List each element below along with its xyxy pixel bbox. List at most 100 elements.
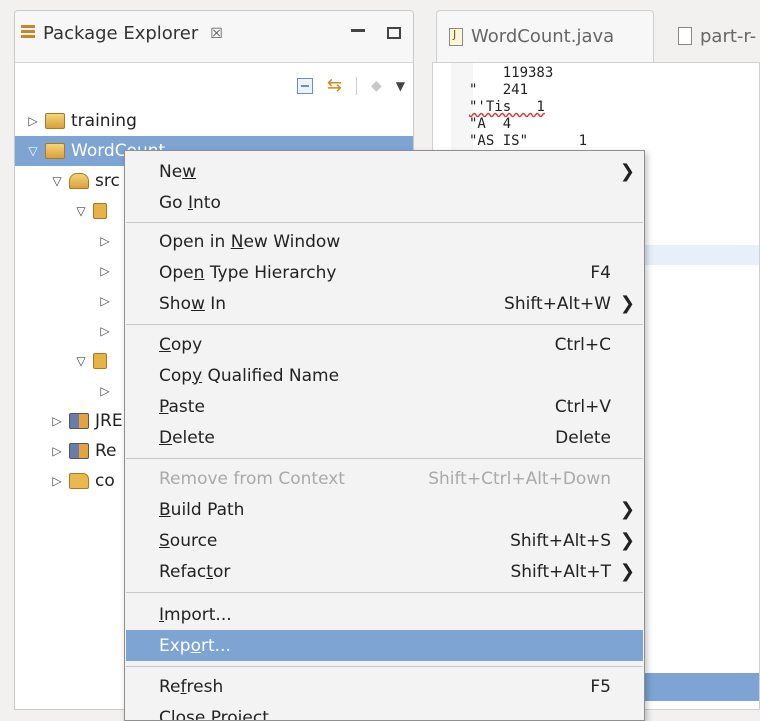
tab-label: WordCount.java: [471, 26, 615, 47]
tree-item-label: Re: [95, 441, 117, 461]
menu-item-label: New: [159, 162, 611, 182]
mnemonic: n: [193, 262, 205, 283]
label-part: resh: [186, 676, 224, 697]
expand-icon[interactable]: ▷: [97, 234, 113, 248]
submenu-arrow-icon: ❯: [619, 293, 635, 314]
menu-item-label: Refresh: [159, 677, 590, 697]
menu-item-label: Show In: [159, 294, 504, 314]
mnemonic: o: [190, 635, 201, 656]
code-line: 119383: [469, 65, 554, 81]
label-part: ew Window: [243, 231, 341, 252]
package-icon: [93, 203, 107, 219]
mnemonic: w: [182, 161, 197, 182]
menu-item-label: Build Path: [159, 500, 611, 520]
label-part: Re: [159, 676, 181, 697]
expand-icon[interactable]: ▷: [97, 384, 113, 398]
collapse-icon[interactable]: ▽: [73, 204, 89, 218]
label-part: mport...: [164, 604, 232, 625]
menu-item-label: Source: [159, 531, 510, 551]
code-line: "AS IS" 1: [469, 133, 588, 149]
expand-icon[interactable]: ▷: [25, 114, 41, 128]
collapse-all-icon[interactable]: [296, 77, 313, 94]
label-part: aste: [168, 396, 205, 417]
package-explorer-icon: [21, 24, 35, 43]
expand-icon[interactable]: ▷: [49, 444, 65, 458]
minimize-icon[interactable]: [351, 29, 365, 32]
menu-item-build-path[interactable]: Build Path ❯: [126, 494, 643, 525]
expand-icon[interactable]: ▷: [49, 474, 65, 488]
menu-item-copy-qualified-name[interactable]: Copy Qualified Name: [126, 360, 643, 391]
library-icon: [69, 443, 89, 459]
package-explorer-tab[interactable]: Package Explorer ☒: [21, 23, 223, 44]
code-line: "'Tis 1: [469, 99, 545, 115]
menu-item-remove-from-context: Remove from Context Shift+Ctrl+Alt+Down: [126, 463, 643, 494]
package-explorer-title: Package Explorer: [43, 23, 199, 44]
menu-shortcut: Shift+Alt+T: [510, 561, 611, 582]
menu-item-label: Export...: [159, 636, 635, 656]
collapse-icon[interactable]: ▽: [25, 144, 41, 158]
tree-item-training[interactable]: ▷ training: [15, 106, 413, 136]
submenu-arrow-icon: ❯: [619, 530, 635, 551]
submenu-arrow-icon: ❯: [619, 561, 635, 582]
menu-separator: [126, 324, 643, 325]
package-icon: [93, 353, 107, 369]
menu-item-close-project[interactable]: Close Project: [126, 702, 643, 721]
menu-item-open-type-hierarchy[interactable]: Open Type Hierarchy F4: [126, 257, 643, 288]
menu-shortcut: Shift+Alt+W: [504, 293, 611, 314]
menu-item-label: Remove from Context: [159, 469, 428, 489]
expand-icon[interactable]: ▷: [97, 294, 113, 308]
tree-item-label: training: [71, 111, 137, 131]
menu-item-go-into[interactable]: Go Into: [126, 187, 643, 218]
menu-item-label: Go Into: [159, 193, 635, 213]
label-part: nto: [193, 192, 221, 213]
mnemonic: t: [206, 561, 213, 582]
tab-part-r[interactable]: part-r-: [670, 10, 756, 62]
expand-icon[interactable]: ▷: [97, 324, 113, 338]
menu-item-import[interactable]: Import...: [126, 599, 643, 630]
menu-shortcut: F4: [590, 262, 611, 283]
menu-item-delete[interactable]: Delete Delete: [126, 422, 643, 453]
menu-shortcut: F5: [590, 676, 611, 697]
label-part: or: [212, 561, 231, 582]
maximize-icon[interactable]: [387, 27, 401, 39]
close-view-icon[interactable]: ☒: [210, 26, 223, 42]
menu-item-new[interactable]: New ❯: [126, 156, 643, 187]
menu-item-export[interactable]: Export...: [126, 630, 643, 661]
editor-code: 119383 " 241 "'Tis 1 "A 4 "AS IS" 1: [469, 65, 587, 150]
menu-item-refactor[interactable]: Refactor Shift+Alt+T ❯: [126, 556, 643, 587]
menu-shortcut: Ctrl+V: [554, 396, 611, 417]
collapse-icon[interactable]: ▽: [73, 354, 89, 368]
menu-item-show-in[interactable]: Show In Shift+Alt+W ❯: [126, 288, 643, 319]
text-file-icon: [678, 27, 692, 45]
menu-item-label: Copy Qualified Name: [159, 366, 635, 386]
menu-item-paste[interactable]: Paste Ctrl+V: [126, 391, 643, 422]
package-explorer-toolbar: ⇆ ◆ ▼: [296, 75, 405, 96]
menu-item-label: Delete: [159, 428, 555, 448]
collapse-icon[interactable]: ▽: [49, 174, 65, 188]
expand-icon[interactable]: ▷: [49, 414, 65, 428]
mnemonic: D: [159, 427, 173, 448]
tree-item-label: co: [95, 471, 115, 491]
label-part: elete: [172, 427, 215, 448]
label-part: Exp: [159, 635, 191, 656]
expand-icon[interactable]: ▷: [97, 264, 113, 278]
label-part: Cop: [159, 365, 193, 386]
label-part: uild Path: [170, 499, 245, 520]
menu-item-source[interactable]: Source Shift+Alt+S ❯: [126, 525, 643, 556]
menu-item-label: Import...: [159, 605, 635, 625]
menu-item-refresh[interactable]: Refresh F5: [126, 671, 643, 702]
view-menu-icon[interactable]: ▼: [396, 79, 405, 93]
label-part: Close Project: [159, 707, 269, 721]
menu-shortcut: Shift+Ctrl+Alt+Down: [428, 468, 611, 489]
submenu-arrow-icon: ❯: [619, 161, 635, 182]
link-with-editor-icon[interactable]: ⇆: [327, 75, 342, 96]
menu-item-open-in-new-window[interactable]: Open in New Window: [126, 226, 643, 257]
folder-icon: [69, 473, 89, 489]
context-menu: New ❯ Go Into Open in New Window Open Ty…: [124, 150, 645, 721]
tree-item-label: JRE: [95, 411, 123, 431]
mnemonic: P: [159, 396, 169, 417]
menu-item-label: Open in New Window: [159, 232, 635, 252]
menu-item-copy[interactable]: Copy Ctrl+C: [126, 329, 643, 360]
tab-wordcount-java[interactable]: WordCount.java: [436, 10, 654, 62]
label-part: Qualified Name: [202, 365, 340, 386]
